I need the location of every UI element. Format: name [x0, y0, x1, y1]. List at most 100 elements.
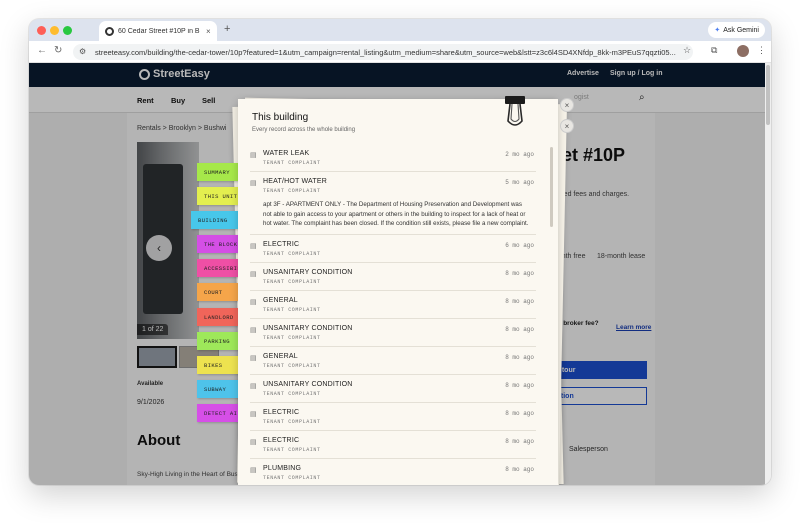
- record-title: GENERAL: [263, 352, 298, 360]
- record-item[interactable]: ▤ WATER LEAK TENANT COMPLAINT 2 mo ago: [250, 144, 536, 172]
- browser-window: 60 Cedar Street #10P in Bush… × + ✦ Ask …: [29, 19, 771, 485]
- record-age: 8 mo ago: [505, 409, 534, 417]
- tab-title: 60 Cedar Street #10P in Bush…: [118, 27, 200, 35]
- record-age: 8 mo ago: [505, 465, 534, 473]
- record-item[interactable]: ▤ ELECTRIC TENANT COMPLAINT 8 mo ago: [250, 403, 536, 431]
- tab-close-icon[interactable]: ×: [206, 27, 211, 36]
- record-source: TENANT COMPLAINT: [263, 446, 321, 453]
- panel-subtitle: Every record across the whole building: [252, 127, 356, 133]
- url-text: streeteasy.com/building/the-cedar-tower/…: [95, 47, 676, 57]
- record-source: TENANT COMPLAINT: [263, 474, 321, 481]
- page-scrollbar[interactable]: [765, 63, 771, 485]
- new-tab-button[interactable]: +: [224, 23, 230, 35]
- doc-icon: ▤: [250, 354, 257, 362]
- reload-icon[interactable]: ↻: [54, 45, 62, 56]
- minimize-window-button[interactable]: [50, 26, 59, 35]
- record-detail: apt 3F - APARTMENT ONLY - The Department…: [263, 201, 529, 228]
- record-age: 6 mo ago: [505, 241, 534, 249]
- sticky-tab-accessibility[interactable]: ACCESSIBILITY: [197, 259, 252, 277]
- sticky-tab-this-unit[interactable]: THIS UNIT: [197, 187, 239, 205]
- web-content: StreetEasy Advertise Sign up / Log in Re…: [29, 63, 771, 485]
- tab-strip: 60 Cedar Street #10P in Bush… × + ✦ Ask …: [29, 19, 771, 41]
- record-source: TENANT COMPLAINT: [263, 334, 321, 341]
- records-list: ▤ WATER LEAK TENANT COMPLAINT 2 mo ago ▤ HEAT…: [250, 144, 536, 485]
- record-age: 5 mo ago: [505, 179, 534, 186]
- record-source: TENANT COMPLAINT: [263, 278, 321, 285]
- doc-icon: ▤: [250, 242, 257, 250]
- panel-scrollbar[interactable]: [550, 147, 553, 227]
- panel-close-button[interactable]: ×: [560, 98, 574, 112]
- doc-icon: ▤: [250, 298, 257, 306]
- record-item[interactable]: ▤ ELECTRIC TENANT COMPLAINT 8 mo ago: [250, 431, 536, 459]
- bookmark-star-icon[interactable]: ☆: [683, 45, 691, 56]
- browser-toolbar: ← ↻ ⚙ streeteasy.com/building/the-cedar-…: [29, 41, 771, 63]
- ask-gemini-button[interactable]: ✦ Ask Gemini: [708, 22, 765, 38]
- record-title: HEAT/HOT WATER: [263, 178, 327, 185]
- gemini-sparkle-icon: ✦: [714, 27, 721, 34]
- record-item[interactable]: ▤ UNSANITARY CONDITION TENANT COMPLAINT 8 m…: [250, 319, 536, 347]
- record-title: PLUMBING: [263, 464, 302, 472]
- record-age: 8 mo ago: [505, 353, 534, 361]
- close-icon: ×: [564, 121, 570, 131]
- record-title: ELECTRIC: [263, 240, 300, 248]
- record-age: 8 mo ago: [505, 437, 534, 445]
- extensions-puzzle-icon[interactable]: ⧉: [711, 45, 717, 56]
- sticky-tab-bikes[interactable]: BIKES: [197, 356, 239, 374]
- secondary-close-button[interactable]: ×: [560, 119, 574, 133]
- ask-gemini-label: Ask Gemini: [723, 26, 759, 34]
- back-arrow-icon[interactable]: ←: [37, 45, 47, 56]
- record-item[interactable]: ▤ PLUMBING TENANT COMPLAINT 8 mo ago: [250, 459, 536, 485]
- streeteasy-favicon-icon: [105, 26, 114, 36]
- close-icon: ×: [564, 100, 570, 110]
- close-window-button[interactable]: [37, 26, 46, 35]
- doc-icon: ▤: [250, 438, 257, 446]
- doc-icon: ▤: [250, 326, 257, 334]
- sticky-tab-the-block[interactable]: THE BLOCK: [197, 235, 239, 253]
- profile-avatar[interactable]: [737, 45, 749, 57]
- sticky-tab-summary[interactable]: SUMMARY: [197, 163, 239, 181]
- address-bar[interactable]: ⚙ streeteasy.com/building/the-cedar-towe…: [73, 44, 693, 60]
- sticky-tab-parking[interactable]: PARKING: [197, 332, 239, 350]
- record-source: TENANT COMPLAINT: [263, 188, 321, 194]
- record-age: 8 mo ago: [505, 269, 534, 277]
- browser-tab[interactable]: 60 Cedar Street #10P in Bush… ×: [99, 21, 217, 41]
- record-item[interactable]: ▤ UNSANITARY CONDITION TENANT COMPLAINT 8 m…: [250, 375, 536, 403]
- sticky-tab-court[interactable]: COURT: [197, 283, 239, 301]
- building-records-panel: This building Every record across the wh…: [238, 99, 558, 485]
- record-source: TENANT COMPLAINT: [263, 362, 321, 369]
- record-item[interactable]: ▤ ELECTRIC TENANT COMPLAINT 6 mo ago: [250, 235, 536, 263]
- record-source: TENANT COMPLAINT: [263, 306, 321, 313]
- doc-icon: ▤: [250, 410, 257, 418]
- record-title: UNSANITARY CONDITION: [263, 268, 353, 276]
- record-item[interactable]: ▤ GENERAL TENANT COMPLAINT 8 mo ago: [250, 347, 536, 375]
- record-age: 8 mo ago: [505, 297, 534, 305]
- doc-icon: ▤: [250, 270, 257, 278]
- more-menu-icon[interactable]: ⋮: [757, 45, 766, 56]
- record-source: TENANT COMPLAINT: [263, 160, 321, 166]
- record-item[interactable]: ▤ HEAT/HOT WATER TENANT COMPLAINT 5 mo ago a…: [250, 172, 536, 235]
- record-title: ELECTRIC: [263, 408, 300, 416]
- record-source: TENANT COMPLAINT: [263, 418, 321, 425]
- record-age: 2 mo ago: [505, 151, 534, 158]
- sticky-tab-landlord[interactable]: LANDLORD: [197, 308, 239, 326]
- doc-icon: ▤: [250, 180, 257, 187]
- site-info-icon[interactable]: ⚙: [79, 47, 86, 56]
- sticky-tab-subway[interactable]: SUBWAY: [197, 380, 239, 398]
- doc-icon: ▤: [250, 466, 257, 474]
- record-title: UNSANITARY CONDITION: [263, 324, 353, 332]
- doc-icon: ▤: [250, 382, 257, 390]
- record-item[interactable]: ▤ UNSANITARY CONDITION TENANT COMPLAINT 8 m…: [250, 263, 536, 291]
- record-item[interactable]: ▤ GENERAL TENANT COMPLAINT 8 mo ago: [250, 291, 536, 319]
- record-source: TENANT COMPLAINT: [263, 390, 321, 397]
- record-title: WATER LEAK: [263, 150, 310, 157]
- record-title: GENERAL: [263, 296, 298, 304]
- panel-title: This building: [252, 112, 309, 123]
- sticky-tab-detect-ai[interactable]: DETECT AI: [197, 404, 239, 422]
- record-age: 8 mo ago: [505, 325, 534, 333]
- record-title: ELECTRIC: [263, 436, 300, 444]
- zoom-window-button[interactable]: [63, 26, 72, 35]
- record-age: 8 mo ago: [505, 381, 534, 389]
- record-source: TENANT COMPLAINT: [263, 250, 321, 257]
- binder-clip-icon: [505, 96, 525, 126]
- record-title: UNSANITARY CONDITION: [263, 380, 353, 388]
